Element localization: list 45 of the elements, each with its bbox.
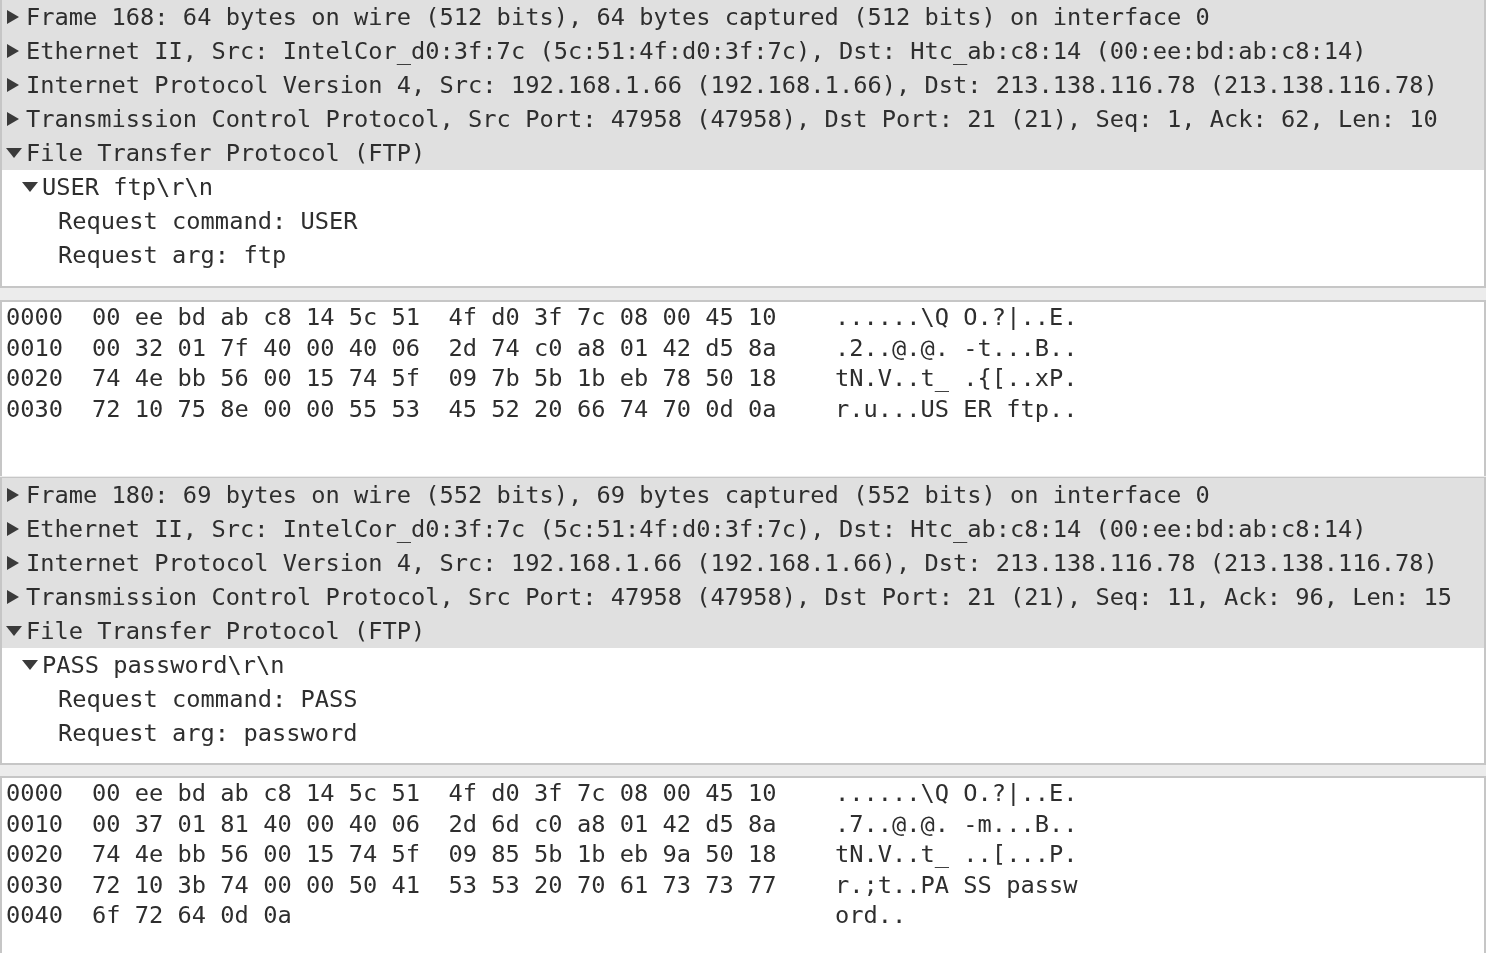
hex-offset: 0020 bbox=[6, 840, 63, 869]
triangle-right-icon[interactable] bbox=[7, 590, 19, 604]
tree-item-label[interactable]: USER ftp\r\n bbox=[42, 173, 214, 201]
hex-ascii: .7..@.@. -m...B.. bbox=[835, 809, 1078, 838]
triangle-down-icon[interactable] bbox=[6, 626, 22, 636]
hex-bytes: 00 37 01 81 40 00 40 06 2d 6d c0 a8 01 42 d5 8a bbox=[92, 809, 778, 838]
triangle-right-icon[interactable] bbox=[7, 522, 19, 536]
hex-bytes: 00 ee bd ab c8 14 5c 51 4f d0 3f 7c 08 00 45 10 bbox=[92, 303, 778, 332]
hex-bytes: 74 4e bb 56 00 15 74 5f 09 85 5b 1b eb 9a 50 18 bbox=[92, 840, 778, 869]
hex-offset: 0010 bbox=[6, 809, 63, 838]
hex-ascii: ord.. bbox=[835, 901, 907, 930]
hex-offset: 0000 bbox=[6, 303, 63, 332]
triangle-right-icon[interactable] bbox=[7, 112, 19, 126]
hex-offset: 0000 bbox=[6, 779, 63, 808]
hex-ascii: tN.V..t_ .{[..xP. bbox=[835, 364, 1078, 393]
hex-offset: 0030 bbox=[6, 394, 63, 423]
hex-ascii: ......\Q O.?|..E. bbox=[835, 779, 1078, 808]
hex-bytes: 00 32 01 7f 40 00 40 06 2d 74 c0 a8 01 42 d5 8a bbox=[92, 333, 778, 362]
triangle-right-icon[interactable] bbox=[7, 44, 19, 58]
tree-item-label[interactable]: Request command: PASS bbox=[58, 685, 358, 713]
hex-bytes: 72 10 3b 74 00 00 50 41 53 53 20 70 61 73 73 77 bbox=[92, 870, 778, 899]
tree-item-label[interactable]: Request command: USER bbox=[58, 207, 358, 235]
tree-item-label[interactable]: Request arg: ftp bbox=[58, 241, 287, 269]
triangle-down-icon[interactable] bbox=[22, 182, 38, 192]
triangle-right-icon[interactable] bbox=[7, 556, 19, 570]
tree-item-label[interactable]: PASS password\r\n bbox=[42, 651, 285, 679]
hex-ascii: tN.V..t_ ..[...P. bbox=[835, 840, 1078, 869]
hex-ascii: ......\Q O.?|..E. bbox=[835, 303, 1078, 332]
hex-offset: 0020 bbox=[6, 364, 63, 393]
hex-offset: 0010 bbox=[6, 333, 63, 362]
hex-offset: 0040 bbox=[6, 901, 63, 930]
triangle-right-icon[interactable] bbox=[7, 10, 19, 24]
hex-ascii: r.;t..PA SS passw bbox=[835, 870, 1078, 899]
triangle-down-icon[interactable] bbox=[6, 148, 22, 158]
hex-bytes: 6f 72 64 0d 0a bbox=[92, 901, 293, 930]
hex-ascii: .2..@.@. -t...B.. bbox=[835, 333, 1078, 362]
triangle-down-icon[interactable] bbox=[22, 660, 38, 670]
triangle-right-icon[interactable] bbox=[7, 78, 19, 92]
hex-ascii: r.u...US ER ftp.. bbox=[835, 394, 1078, 423]
hex-bytes: 74 4e bb 56 00 15 74 5f 09 7b 5b 1b eb 78 50 18 bbox=[92, 364, 778, 393]
hex-bytes: 00 ee bd ab c8 14 5c 51 4f d0 3f 7c 08 00 45 10 bbox=[92, 779, 778, 808]
tree-item-label[interactable]: Request arg: password bbox=[58, 719, 358, 747]
hex-offset: 0030 bbox=[6, 870, 63, 899]
hex-bytes: 72 10 75 8e 00 00 55 53 45 52 20 66 74 70 0d 0a bbox=[92, 394, 778, 423]
triangle-right-icon[interactable] bbox=[7, 488, 19, 502]
